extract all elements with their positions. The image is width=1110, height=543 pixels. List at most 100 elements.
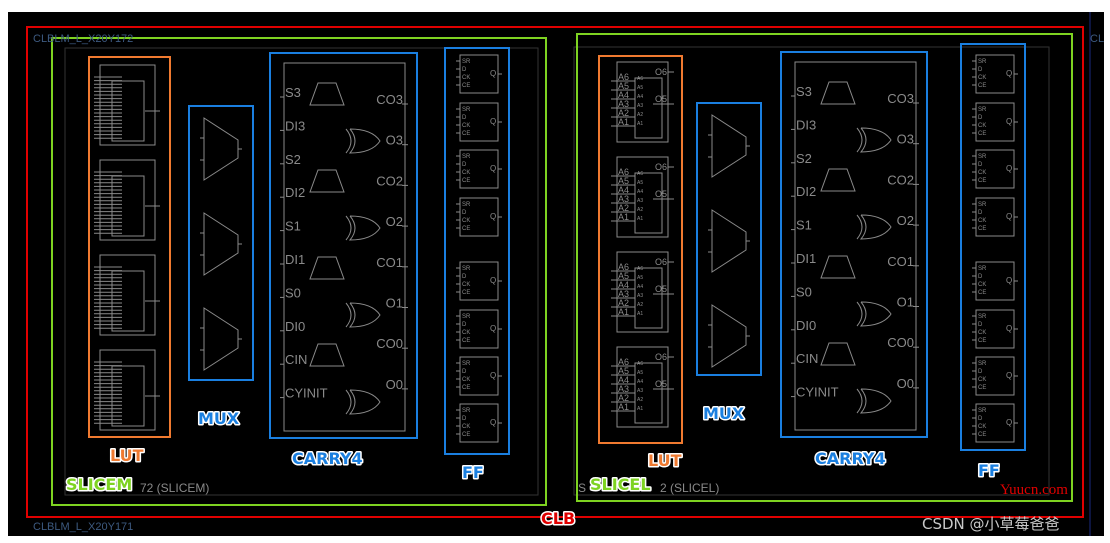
- ff-pin-d: D: [978, 322, 983, 328]
- ff-pin-ck: CK: [978, 170, 986, 176]
- carry4-pin-o1: O1: [897, 295, 914, 310]
- lut5-input-pin: A1: [637, 216, 643, 222]
- lut-output-pin: O5: [655, 284, 667, 294]
- slice-name: 2 (SLICEL): [660, 481, 719, 495]
- carry4-pin-s1: S1: [285, 219, 301, 234]
- ff-pin-sr: SR: [462, 361, 471, 367]
- ff-pin-ce: CE: [462, 290, 470, 296]
- ff-pin-q: Q: [1006, 164, 1012, 173]
- lut5-input-pin: A5: [637, 370, 643, 376]
- carry4-pin-di1: DI1: [285, 252, 305, 267]
- ff-pin-ck: CK: [462, 282, 470, 288]
- lut5-input-pin: A3: [637, 103, 643, 109]
- slice-type-label: SLICEM: [66, 475, 132, 494]
- ff-pin-ce: CE: [978, 385, 986, 391]
- ff-pin-q: Q: [490, 69, 496, 78]
- ff-label: FF: [978, 461, 1000, 480]
- ff-pin-d: D: [462, 369, 467, 375]
- ff-pin-sr: SR: [462, 408, 471, 414]
- ff-pin-d: D: [462, 115, 467, 121]
- carry4-pin-o2: O2: [386, 214, 403, 229]
- lut5-input-pin: A3: [637, 198, 643, 204]
- ff-pin-ce: CE: [978, 226, 986, 232]
- ff-pin-sr: SR: [978, 59, 987, 65]
- ff-pin-d: D: [978, 67, 983, 73]
- lut-input-pin: A1: [618, 212, 629, 222]
- ff-pin-ck: CK: [462, 377, 470, 383]
- mux-label: MUX: [198, 409, 240, 428]
- ff-pin-d: D: [462, 322, 467, 328]
- carry4-pin-di0: DI0: [796, 318, 816, 333]
- ff-pin-d: D: [462, 210, 467, 216]
- ff-pin-q: Q: [490, 276, 496, 285]
- carry4-pin-s3: S3: [285, 85, 301, 100]
- carry4-pin-di1: DI1: [796, 251, 816, 266]
- ff-pin-d: D: [978, 369, 983, 375]
- lut5-input-pin: A1: [637, 311, 643, 317]
- clb-diagram: S3 DI3 S2 DI2 S1 DI1 S0 DI0 CIN CYINIT CO3 O3 CO2 O2 C…: [8, 12, 1104, 536]
- ff-pin-ce: CE: [978, 178, 986, 184]
- ff-pin-ce: CE: [462, 226, 470, 232]
- lut-output-pin: O5: [655, 94, 667, 104]
- ff-pin-sr: SR: [462, 266, 471, 272]
- carry4-pin-o0: O0: [386, 377, 403, 392]
- ff-pin-d: D: [978, 115, 983, 121]
- carry4-pin-s2: S2: [285, 152, 301, 167]
- lut-output-pin: O6: [655, 162, 667, 172]
- ff-pin-d: D: [978, 162, 983, 168]
- carry4-pin-o3: O3: [897, 132, 914, 147]
- lut5-input-pin: A3: [637, 388, 643, 394]
- carry4-pin-o3: O3: [386, 133, 403, 148]
- ff-pin-q: Q: [490, 371, 496, 380]
- ff-pin-ck: CK: [978, 377, 986, 383]
- ff-pin-ce: CE: [978, 83, 986, 89]
- carry4-pin-di2: DI2: [796, 184, 816, 199]
- lut5-input-pin: A2: [637, 302, 643, 308]
- lut5-input-pin: A4: [637, 284, 643, 290]
- ff-pin-d: D: [462, 274, 467, 280]
- ff-pin-q: Q: [1006, 212, 1012, 221]
- ff-pin-ce: CE: [978, 290, 986, 296]
- lut-input-pin: A1: [618, 402, 629, 412]
- lut-label: LUT: [648, 451, 682, 470]
- watermark-author: CSDN @小草莓爸爸: [922, 515, 1060, 533]
- ff-pin-ce: CE: [978, 131, 986, 137]
- carry4-pin-s1: S1: [796, 218, 812, 233]
- ff-pin-ck: CK: [462, 123, 470, 129]
- carry4-pin-cin: CIN: [796, 351, 818, 366]
- carry4-label: CARRY4: [815, 449, 886, 468]
- lut-output-pin: O6: [655, 257, 667, 267]
- tile-label-right: CL: [1090, 33, 1104, 45]
- ff-pin-q: Q: [490, 212, 496, 221]
- ff-pin-ck: CK: [462, 218, 470, 224]
- ff-pin-ce: CE: [462, 385, 470, 391]
- carry4-pin-co3: CO3: [376, 92, 403, 107]
- ff-pin-q: Q: [490, 117, 496, 126]
- ff-pin-q: Q: [1006, 117, 1012, 126]
- ff-pin-sr: SR: [978, 314, 987, 320]
- carry4-pin-cyinit: CYINIT: [285, 386, 328, 401]
- ff-pin-ck: CK: [978, 282, 986, 288]
- carry4-pin-di0: DI0: [285, 319, 305, 334]
- lut5-input-pin: A4: [637, 94, 643, 100]
- lut5-input-pin: A6: [637, 361, 643, 367]
- carry4-pin-co1: CO1: [376, 255, 403, 270]
- carry4-pin-cin: CIN: [285, 352, 307, 367]
- ff-pin-ck: CK: [462, 75, 470, 81]
- lut-input-pin: A1: [618, 307, 629, 317]
- ff-pin-d: D: [462, 67, 467, 73]
- lut5-input-pin: A1: [637, 121, 643, 127]
- carry4-pin-s0: S0: [796, 284, 812, 299]
- watermark-site: Yuucn.com: [1000, 482, 1068, 498]
- carry4-pin-co1: CO1: [887, 254, 914, 269]
- ff-pin-sr: SR: [978, 154, 987, 160]
- ff-pin-ck: CK: [462, 330, 470, 336]
- ff-pin-q: Q: [490, 164, 496, 173]
- lut5-input-pin: A3: [637, 293, 643, 299]
- ff-pin-sr: SR: [978, 361, 987, 367]
- carry4-pin-di3: DI3: [285, 118, 305, 133]
- ff-pin-sr: SR: [978, 408, 987, 414]
- mux-label: MUX: [703, 404, 745, 423]
- tile-label-top: CLBLM_L_X20Y172: [33, 33, 133, 45]
- ff-pin-q: Q: [1006, 69, 1012, 78]
